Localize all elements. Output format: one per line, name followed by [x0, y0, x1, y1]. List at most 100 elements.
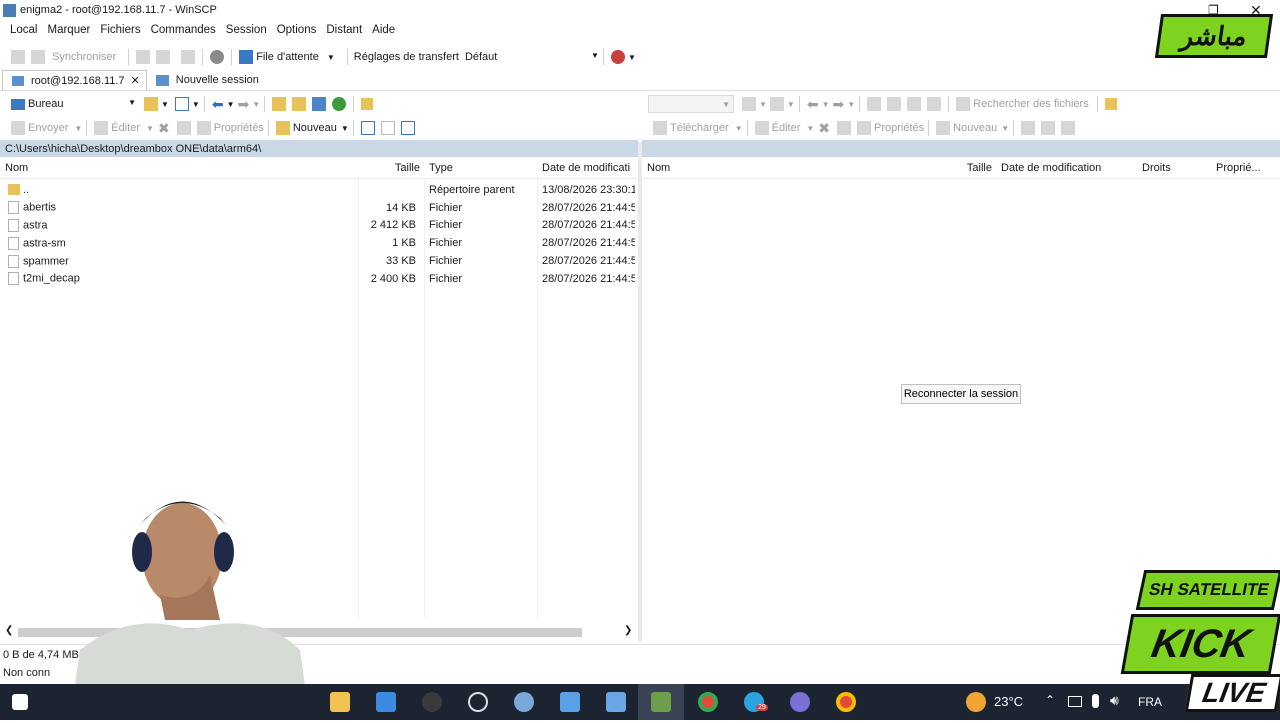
chevron-down-icon[interactable]: ▼: [806, 124, 814, 133]
chevron-down-icon[interactable]: ▼: [735, 124, 743, 133]
parent-dir-row[interactable]: .. Répertoire parent 13/08/2026 23:30:1: [0, 181, 638, 199]
rename-icon[interactable]: [176, 121, 191, 135]
download-button[interactable]: Télécharger: [670, 122, 729, 134]
close-tab-icon[interactable]: ✕: [131, 74, 140, 87]
queue-icon[interactable]: [239, 50, 254, 64]
column-name[interactable]: Nom: [642, 162, 930, 174]
menu-files[interactable]: Fichiers: [100, 24, 140, 42]
microphone-icon[interactable]: [1092, 694, 1099, 708]
root-dir-icon[interactable]: [887, 97, 902, 111]
putty-icon[interactable]: [156, 50, 171, 64]
console-icon[interactable]: [136, 50, 151, 64]
home-icon[interactable]: [312, 97, 327, 111]
filter-icon[interactable]: [174, 97, 189, 111]
paint-icon[interactable]: [514, 692, 534, 712]
tree-toggle-icon[interactable]: [1104, 98, 1117, 110]
speedtest-icon[interactable]: [468, 692, 488, 712]
forward-arrow-icon[interactable]: ➡: [238, 96, 250, 113]
refresh-icon[interactable]: [927, 97, 942, 111]
local-drive-select[interactable]: Bureau ▼: [28, 98, 136, 110]
column-type[interactable]: Type: [424, 162, 537, 174]
scroll-left-icon[interactable]: ❮: [5, 625, 13, 636]
refresh-icon[interactable]: [332, 97, 347, 111]
select-plus-icon[interactable]: [1021, 121, 1036, 135]
file-row[interactable]: astra 2 412 KB Fichier 28/07/2026 21:44:5: [0, 217, 638, 235]
tool-icon[interactable]: [560, 692, 580, 712]
tab-session-root[interactable]: root@192.168.11.7 ✕: [2, 70, 147, 90]
filter-icon[interactable]: [769, 97, 784, 111]
column-name[interactable]: Nom: [0, 162, 358, 174]
local-path-bar[interactable]: C:\Users\hicha\Desktop\dreambox ONE\data…: [0, 140, 638, 157]
satellite-app-icon[interactable]: [790, 692, 810, 712]
sync-browse-icon[interactable]: [31, 50, 45, 64]
remote-path-bar[interactable]: [642, 140, 1280, 157]
upload-button[interactable]: Envoyer: [28, 122, 68, 134]
open-folder-icon[interactable]: [144, 97, 158, 111]
chevron-down-icon[interactable]: ▼: [787, 100, 795, 109]
menu-session[interactable]: Session: [226, 24, 267, 42]
chevron-down-icon[interactable]: ▼: [192, 100, 200, 109]
network-icon[interactable]: [1068, 696, 1082, 707]
chevron-down-icon[interactable]: ▼: [341, 124, 349, 133]
menu-commands[interactable]: Commandes: [151, 24, 216, 42]
back-arrow-icon[interactable]: ⬅: [807, 96, 819, 113]
rename-icon[interactable]: [837, 121, 852, 135]
menu-remote[interactable]: Distant: [326, 24, 362, 42]
chrome-icon[interactable]: [836, 692, 856, 712]
menu-local[interactable]: Local: [10, 24, 38, 42]
chevron-down-icon[interactable]: ▼: [227, 100, 235, 109]
scroll-right-icon[interactable]: ❯: [624, 625, 632, 636]
open-folder-icon[interactable]: [742, 97, 756, 111]
column-rights[interactable]: Droits: [1137, 162, 1211, 174]
remote-dir-select[interactable]: ▼: [648, 95, 734, 113]
chevron-down-icon[interactable]: ▼: [759, 100, 767, 109]
edit-button[interactable]: Éditer: [772, 122, 801, 134]
file-row[interactable]: astra-sm 1 KB Fichier 28/07/2026 21:44:5: [0, 234, 638, 252]
chrome-icon[interactable]: [698, 692, 718, 712]
command-icon[interactable]: [181, 50, 196, 64]
file-row[interactable]: t2mi_decap 2 400 KB Fichier 28/07/2026 21:4…: [0, 270, 638, 288]
new-button[interactable]: Nouveau: [953, 122, 997, 134]
column-date[interactable]: Date de modificati: [537, 162, 634, 174]
synchronize-button[interactable]: Synchroniser: [52, 51, 116, 63]
reconnect-session-button[interactable]: Reconnecter la session: [901, 384, 1021, 404]
chevron-down-icon[interactable]: ▼: [74, 124, 82, 133]
forward-arrow-icon[interactable]: ➡: [833, 96, 845, 113]
find-files-button[interactable]: Rechercher des fichiers: [973, 98, 1089, 110]
select-minus-icon[interactable]: [1041, 121, 1056, 135]
file-explorer-icon[interactable]: [330, 692, 350, 712]
menu-options[interactable]: Options: [277, 24, 317, 42]
transfer-settings-select[interactable]: Défaut ▼: [465, 51, 599, 63]
file-row[interactable]: abertis 14 KB Fichier 28/07/2026 21:44:5: [0, 199, 638, 217]
column-owner[interactable]: Proprié...: [1211, 162, 1271, 174]
transfer-settings-icon[interactable]: [610, 50, 625, 64]
chevron-down-icon[interactable]: ▼: [146, 124, 154, 133]
chevron-down-icon[interactable]: ▼: [1001, 124, 1009, 133]
filter-select-icon[interactable]: [400, 121, 415, 135]
tree-toggle-icon[interactable]: [361, 98, 374, 110]
home-icon[interactable]: [907, 97, 922, 111]
transfer-settings-dropdown-icon[interactable]: ▼: [628, 53, 636, 62]
delete-icon[interactable]: ✖: [818, 120, 830, 137]
parent-dir-icon[interactable]: [272, 97, 287, 111]
weather-temp[interactable]: 23°C: [994, 694, 1023, 709]
chevron-down-icon[interactable]: ▼: [252, 100, 260, 109]
tray-chevron-up-icon[interactable]: ⌃: [1045, 693, 1055, 707]
windows-start-icon[interactable]: [12, 694, 28, 710]
column-date[interactable]: Date de modification: [996, 162, 1137, 174]
file-row[interactable]: spammer 33 KB Fichier 28/07/2026 21:44:5: [0, 252, 638, 270]
preferences-gear-icon[interactable]: [210, 50, 225, 64]
queue-dropdown-icon[interactable]: ▼: [327, 53, 335, 62]
chevron-down-icon[interactable]: ▼: [161, 100, 169, 109]
chevron-down-icon[interactable]: ▼: [847, 100, 855, 109]
calculator-icon[interactable]: [606, 692, 626, 712]
select-plus-icon[interactable]: [360, 121, 375, 135]
back-arrow-icon[interactable]: ⬅: [212, 96, 224, 113]
properties-button[interactable]: Propriétés: [874, 122, 924, 134]
delete-icon[interactable]: ✖: [158, 120, 170, 137]
parent-dir-icon[interactable]: [867, 97, 882, 111]
obs-icon[interactable]: [422, 692, 442, 712]
compare-dirs-icon[interactable]: [11, 50, 25, 64]
store-icon[interactable]: [376, 692, 396, 712]
select-minus-icon[interactable]: [380, 121, 395, 135]
